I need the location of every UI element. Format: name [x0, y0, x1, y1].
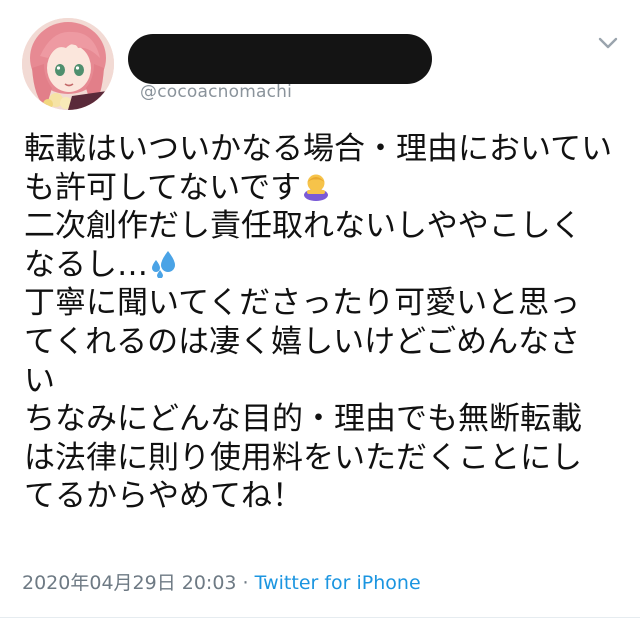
source-link[interactable]: Twitter for iPhone [255, 572, 421, 594]
tweet-meta: 2020年04月29日 20:03 · Twitter for iPhone [22, 568, 421, 595]
tweet-card: @cocoacnomachi 転載はいついかなる場合・理由においてい も許可して… [0, 0, 640, 621]
tweet-line: ちなみにどんな目的・理由でも無断転載 [24, 401, 582, 438]
person-bowing-emoji-icon [304, 174, 329, 201]
avatar-illustration [22, 18, 114, 110]
tweet-line: も許可してないです [24, 169, 624, 208]
divider [0, 617, 640, 618]
tweet-text: 転載はいついかなる場合・理由においてい も許可してないです 二次創作だし責任取れ… [24, 130, 624, 516]
author-handle[interactable]: @cocoacnomachi [140, 82, 292, 102]
timestamp[interactable]: 2020年04月29日 20:03 [22, 572, 237, 594]
chevron-down-icon[interactable] [596, 34, 620, 52]
tweet-line: てくれるのは凄く嬉しいけどごめんなさ [24, 323, 581, 360]
tweet-line: 二次創作だし責任取れないしややこしく [24, 208, 582, 245]
tweet-line: なるし… [24, 246, 624, 285]
tweet-line: は法律に則り使用料をいただくことにし [24, 439, 582, 476]
meta-separator: · [236, 572, 255, 594]
display-name-redaction [128, 34, 432, 84]
sweat-droplets-emoji-icon [152, 250, 175, 278]
tweet-line: 転載はいついかなる場合・理由においてい [24, 131, 613, 167]
tweet-line: てるからやめてね！ [24, 478, 303, 515]
tweet-line: い [24, 362, 55, 399]
tweet-line: 丁寧に聞いてくださったり可愛いと思っ [24, 285, 581, 322]
avatar[interactable] [22, 18, 114, 110]
